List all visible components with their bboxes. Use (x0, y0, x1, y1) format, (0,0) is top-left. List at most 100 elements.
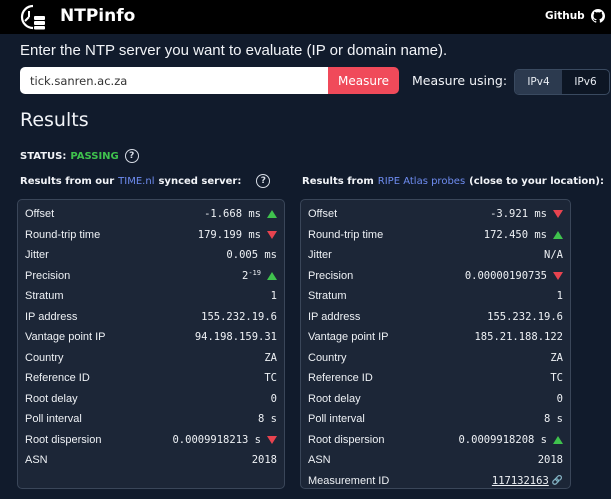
measurement-id-link[interactable]: 117132163 (492, 475, 549, 487)
result-row: IP address 155.232.19.6 (301, 307, 570, 328)
ripe-atlas-link[interactable]: RIPE Atlas probes (378, 176, 465, 187)
result-row: Round-trip time 172.450 ms (301, 225, 570, 246)
result-value: TC (264, 372, 277, 384)
result-value-text: 185.21.188.122 (474, 331, 563, 344)
left-section-label: Results from our TIME.nl synced server: … (20, 174, 271, 188)
result-row: Root dispersion 0.0009918213 s (18, 430, 284, 451)
result-value-text: ZA (550, 351, 563, 364)
github-icon[interactable] (591, 8, 605, 24)
result-label: Vantage point IP (308, 331, 389, 344)
result-value-text: 0 (556, 392, 563, 405)
result-label: Round-trip time (308, 228, 384, 241)
clock-server-logo-icon[interactable] (20, 4, 46, 30)
result-label: Stratum (25, 290, 64, 303)
result-value-text: 2018 (251, 454, 277, 467)
result-value-text: 2018 (537, 454, 563, 467)
left-label-suffix: synced server: (158, 175, 242, 187)
result-label: Vantage point IP (25, 331, 106, 344)
results-heading: Results (20, 109, 89, 131)
ipv4-button[interactable]: IPv4 (515, 70, 562, 94)
result-label: Root delay (308, 392, 361, 405)
result-row: Root delay 0 (301, 389, 570, 410)
result-row: Round-trip time 179.199 ms (18, 225, 284, 246)
result-row: Jitter 0.005 ms (18, 245, 284, 266)
result-value-text: TC (550, 372, 563, 385)
trend-down-icon (553, 210, 563, 219)
result-value-text: 179.199 ms (197, 228, 261, 241)
result-value-text: 0.00000190735 (464, 269, 547, 282)
result-label: Precision (308, 269, 354, 282)
result-row: Root delay 0 (18, 389, 284, 410)
result-value: 2018 (538, 454, 563, 466)
measure-using-label: Measure using: (412, 73, 508, 88)
app-title: NTPinfo (60, 6, 136, 26)
left-results-panel: Offset -1.668 ms Round-trip time 179.199 ms… (17, 199, 285, 489)
result-row: Offset -3.921 ms (301, 204, 570, 225)
result-value: 0.0009918213 s (172, 434, 277, 446)
result-value: 172.450 ms (484, 229, 563, 241)
result-label: Measurement ID (308, 474, 390, 487)
trend-up-icon (267, 271, 277, 280)
result-value: 0 (557, 393, 563, 405)
result-row: Root dispersion 0.0009918208 s (301, 430, 570, 451)
result-row: Poll interval 8 s (18, 409, 284, 430)
result-value-text: 94.198.159.31 (194, 331, 277, 344)
trend-up-icon (553, 230, 563, 239)
top-bar: NTPinfo Github (0, 0, 611, 34)
server-input[interactable] (20, 67, 328, 94)
result-label: Reference ID (25, 372, 90, 385)
result-value: 1 (271, 290, 277, 302)
result-value-text: 155.232.19.6 (201, 310, 277, 323)
result-row: Country ZA (301, 348, 570, 369)
result-row: ASN 2018 (301, 450, 570, 471)
result-row: Jitter N/A (301, 245, 570, 266)
result-label: Poll interval (25, 413, 82, 426)
result-value: ZA (550, 352, 563, 364)
github-link[interactable]: Github (545, 10, 585, 22)
result-value: 0.00000190735 (465, 270, 563, 282)
result-value-text: 0 (270, 392, 277, 405)
result-value-text: 0.0009918213 s (172, 433, 261, 446)
result-value-text: N/A (544, 249, 563, 262)
result-value: 2018 (252, 454, 277, 466)
result-row: Stratum 1 (301, 286, 570, 307)
trend-up-icon (553, 435, 563, 444)
result-value: TC (550, 372, 563, 384)
status-help-icon[interactable]: ? (124, 149, 139, 163)
result-value: 8 s (258, 413, 277, 425)
result-row: Reference ID TC (301, 368, 570, 389)
result-label: Offset (25, 208, 55, 221)
left-help-icon[interactable]: ? (256, 174, 271, 188)
result-value-text: 1 (270, 290, 277, 303)
result-row: ASN 2018 (18, 450, 284, 471)
status-badge: PASSING (70, 150, 119, 162)
result-label: Round-trip time (25, 228, 101, 241)
result-value: 185.21.188.122 (474, 331, 563, 343)
result-label: Country (308, 351, 347, 364)
result-row: Offset -1.668 ms (18, 204, 284, 225)
result-value-text: 1 (556, 290, 563, 303)
result-value: 0.005 ms (226, 249, 277, 261)
result-row: Precision 2 -19 (18, 266, 284, 287)
result-value[interactable]: 117132163 🔗 (492, 475, 563, 487)
server-prompt: Enter the NTP server you want to evaluat… (20, 42, 448, 59)
link-icon[interactable]: 🔗 (552, 476, 563, 486)
result-label: Stratum (308, 290, 347, 303)
time-nl-link[interactable]: TIME.nl (118, 176, 154, 187)
result-value-text: -1.668 ms (204, 208, 261, 221)
result-value: 0 (271, 393, 277, 405)
result-value: 179.199 ms (198, 229, 277, 241)
result-row: Stratum 1 (18, 286, 284, 307)
result-value-text: -3.921 ms (490, 208, 547, 221)
result-row: Reference ID TC (18, 368, 284, 389)
trend-up-icon (267, 210, 277, 219)
right-label-suffix: (close to your location): (469, 175, 604, 187)
right-results-panel: Offset -3.921 ms Round-trip time 172.450 ms… (300, 199, 571, 489)
result-value-text: 8 s (258, 413, 277, 426)
ipv6-button[interactable]: IPv6 (562, 70, 609, 94)
measure-button[interactable]: Measure (328, 67, 399, 94)
right-label-prefix: Results from (302, 175, 374, 187)
result-row: Vantage point IP 94.198.159.31 (18, 327, 284, 348)
result-row: Measurement ID 117132163 🔗 (301, 471, 570, 492)
result-label: Precision (25, 269, 71, 282)
